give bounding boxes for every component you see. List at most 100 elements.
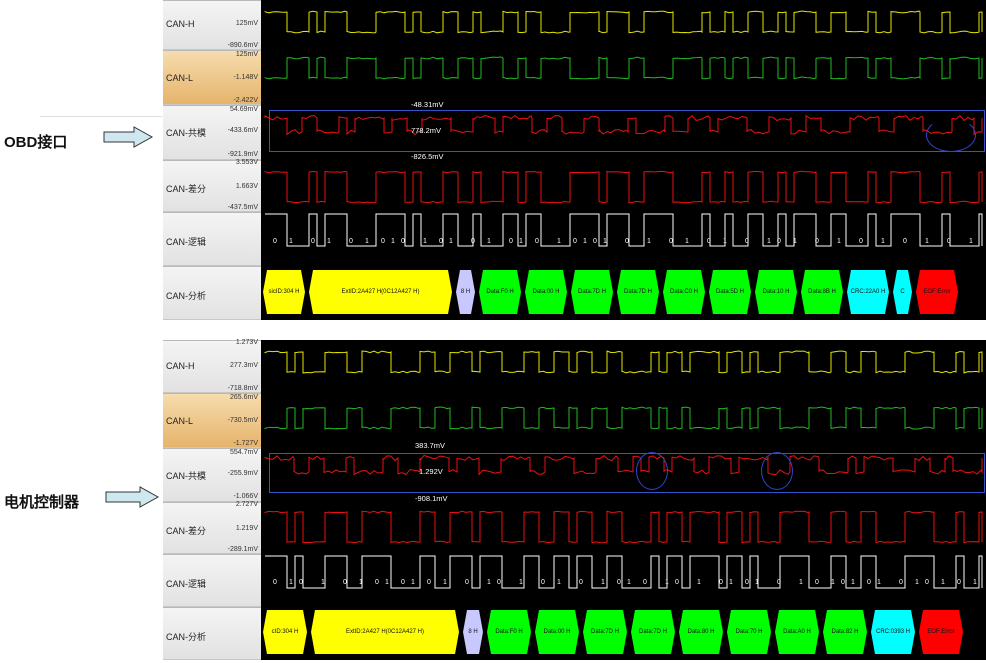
decode-field[interactable]: EOF:Error <box>916 270 958 314</box>
logic-bit-label: 1 <box>359 579 363 586</box>
decode-field[interactable]: Data:00 H <box>535 610 579 654</box>
measure-bottom: -826.5mV <box>411 152 444 161</box>
lane-can-diff[interactable]: 2.727V CAN-差分 1.219V -289.1mV <box>163 501 261 554</box>
channel-top-value: 54.69mV <box>229 106 258 113</box>
decode-field[interactable]: Data:80 H <box>679 610 723 654</box>
logic-trace <box>265 555 983 589</box>
decode-field[interactable]: sicID:304 H <box>263 270 305 314</box>
logic-bit-label: 0 <box>719 579 723 586</box>
logic-bit-label: 1 <box>423 238 427 245</box>
logic-bit-label: 1 <box>793 238 797 245</box>
obd-interface-label: OBD接口 <box>4 134 68 151</box>
decode-field[interactable]: Data:82 H <box>823 610 867 654</box>
can-h-trace <box>264 350 983 374</box>
decode-field[interactable]: Data:C0 H <box>663 270 705 314</box>
decode-field[interactable]: Data:7D H <box>571 270 613 314</box>
logic-bit-label: 0 <box>669 238 673 245</box>
decode-field[interactable]: Data:7D H <box>617 270 659 314</box>
channel-bottom-value: -718.8mV <box>227 385 258 392</box>
decode-field[interactable]: 8 H <box>456 270 475 314</box>
logic-bit-label: 1 <box>289 579 293 586</box>
decode-field[interactable]: Data:7D H <box>583 610 627 654</box>
measurement-selection[interactable] <box>269 110 985 152</box>
logic-bit-label: 0 <box>707 238 711 245</box>
divider-line <box>40 116 162 117</box>
logic-bit-label: 0 <box>471 238 475 245</box>
logic-bit-label: 1 <box>755 579 759 586</box>
decode-field[interactable]: EOF:Error <box>919 610 963 654</box>
scope-display[interactable]: 0101010101010101010101010101010101010101… <box>261 340 986 660</box>
measure-bottom: -908.1mV <box>415 494 448 503</box>
channel-top-value: 3.553V <box>235 159 258 166</box>
decode-field[interactable]: ExtID:2A427 H(0C12A427 H) <box>309 270 452 314</box>
decode-field[interactable]: Data:7D H <box>631 610 675 654</box>
channel-name: CAN-差分 <box>166 526 206 536</box>
logic-bit-label: 0 <box>427 579 431 586</box>
logic-bit-label: 1 <box>385 579 389 586</box>
diff-trace <box>264 170 983 204</box>
logic-bit-label: 1 <box>327 238 331 245</box>
channel-mid-value: 125mV <box>235 20 258 27</box>
lane-can-l[interactable]: 265.6mV CAN-L -730.5mV -1.727V <box>163 393 261 448</box>
logic-bit-label: 0 <box>867 579 871 586</box>
logic-bit-label: 1 <box>851 579 855 586</box>
logic-bit-label: 0 <box>273 238 277 245</box>
lane-can-logic[interactable]: CAN-逻辑 <box>163 554 261 607</box>
decode-field[interactable]: ExtID:2A427 H(0C12A427 H) <box>311 610 459 654</box>
lane-can-h[interactable]: 1.273V CAN-H 277.3mV -718.8mV <box>163 339 261 393</box>
decode-field[interactable]: 8 H <box>463 610 483 654</box>
lane-can-l[interactable]: 125mV CAN-L -1.148V -2.422V <box>163 50 261 105</box>
channel-labels: 1.273V CAN-H 277.3mV -718.8mV 265.6mV CA… <box>163 339 261 660</box>
measurement-selection[interactable] <box>269 453 985 493</box>
arrow-right-icon <box>103 126 154 148</box>
channel-mid-value: 1.219V <box>235 525 258 532</box>
lane-can-h[interactable]: CAN-H 125mV -890.6mV <box>163 0 261 50</box>
channel-bottom-value: -437.5mV <box>227 204 258 211</box>
logic-bit-label: 0 <box>903 238 907 245</box>
logic-bit-label: 0 <box>841 579 845 586</box>
logic-bit-label: 1 <box>799 579 803 586</box>
measure-top: -48.31mV <box>411 100 444 109</box>
logic-bit-label: 0 <box>573 238 577 245</box>
decode-field[interactable]: Data:A0 H <box>775 610 819 654</box>
channel-name: CAN-逻辑 <box>166 579 206 589</box>
decode-field[interactable]: CRC:22A0 H <box>847 270 889 314</box>
logic-bit-label: 0 <box>439 238 443 245</box>
decode-field[interactable]: Data:10 H <box>755 270 797 314</box>
lane-can-common[interactable]: 54.69mV CAN-共模 -433.6mV -921.9mV <box>163 105 261 160</box>
decode-field[interactable]: CRC:0393 H <box>871 610 915 654</box>
channel-name: CAN-L <box>166 416 194 426</box>
scope-display[interactable]: 0101010101010101010101010101010101010101… <box>261 0 986 320</box>
decode-field[interactable]: Data:F0 H <box>487 610 531 654</box>
logic-bit-label: 0 <box>381 238 385 245</box>
channel-name: CAN-H <box>166 19 195 29</box>
channel-name: CAN-分析 <box>166 291 206 301</box>
channel-top-value: 2.727V <box>235 501 258 508</box>
logic-bit-label: 0 <box>401 579 405 586</box>
logic-bit-label: 1 <box>443 579 447 586</box>
logic-bit-label: 1 <box>685 238 689 245</box>
logic-bit-label: 1 <box>365 238 369 245</box>
decode-field[interactable]: Data:8B H <box>801 270 843 314</box>
lane-can-common[interactable]: 554.7mV CAN-共模 -255.9mV -1.066V <box>163 448 261 502</box>
logic-bit-label: 0 <box>643 579 647 586</box>
channel-top-value: 1.273V <box>235 339 258 346</box>
decode-field[interactable]: C <box>893 270 912 314</box>
decode-field[interactable]: Data:70 H <box>727 610 771 654</box>
lane-can-analysis[interactable]: CAN-分析 <box>163 266 261 320</box>
channel-bottom-value: -890.6mV <box>227 42 258 49</box>
decode-field[interactable]: Data:F0 H <box>479 270 521 314</box>
anomaly-circle <box>636 452 668 490</box>
lane-can-analysis[interactable]: CAN-分析 <box>163 607 261 660</box>
decode-field[interactable]: cID:304 H <box>263 610 307 654</box>
lane-can-diff[interactable]: 3.553V CAN-差分 1.663V -437.5mV <box>163 159 261 212</box>
logic-bit-label: 0 <box>535 238 539 245</box>
logic-bit-label: 1 <box>519 238 523 245</box>
lane-can-logic[interactable]: CAN-逻辑 <box>163 212 261 266</box>
decode-field[interactable]: Data:00 H <box>525 270 567 314</box>
decode-field[interactable]: Data:5D H <box>709 270 751 314</box>
logic-bit-label: 0 <box>401 238 405 245</box>
logic-bit-label: 1 <box>647 238 651 245</box>
logic-bit-label: 1 <box>289 238 293 245</box>
channel-mid-value: -255.9mV <box>227 470 258 477</box>
